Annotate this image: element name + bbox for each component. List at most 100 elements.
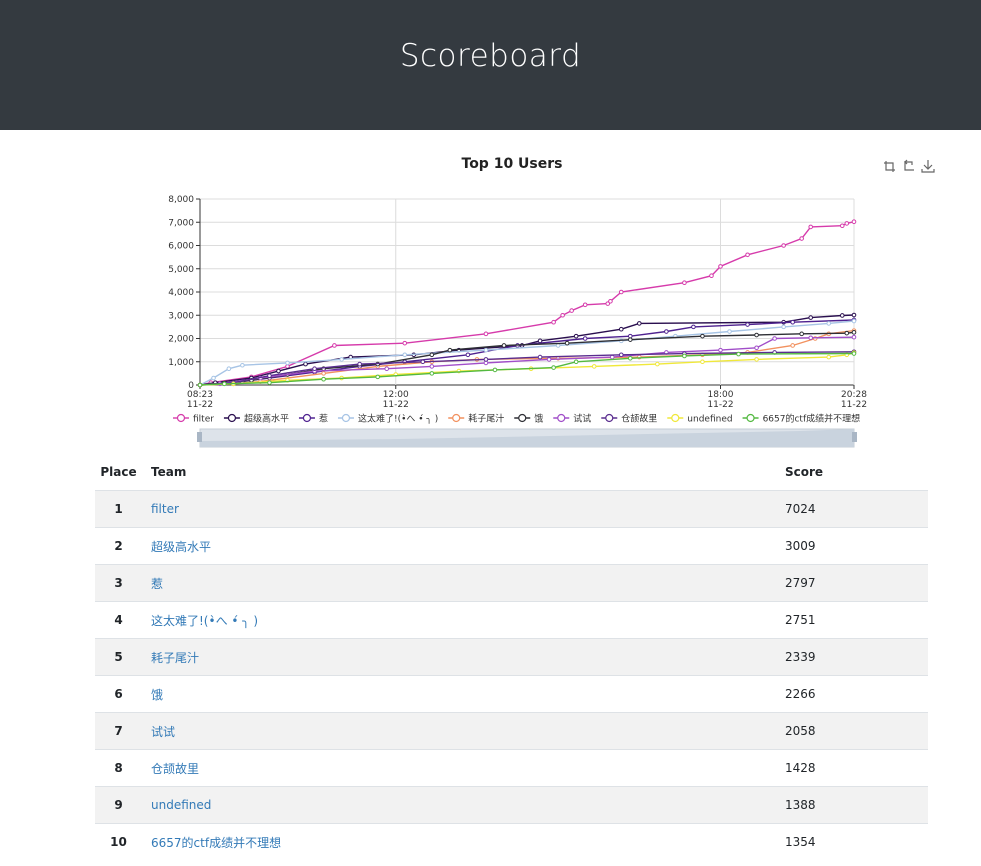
team-cell: 饿	[151, 675, 785, 713]
data-point	[790, 343, 795, 348]
data-point	[483, 357, 489, 362]
download-icon[interactable]	[920, 158, 936, 174]
place-cell: 3	[95, 564, 142, 602]
data-point	[591, 364, 597, 369]
team-link[interactable]: 6657的ctf成绩并不理想	[151, 836, 281, 850]
data-point	[839, 313, 845, 318]
data-point	[655, 361, 660, 367]
team-link[interactable]: 仓颉故里	[151, 762, 199, 776]
legend-item[interactable]: 饿	[514, 413, 543, 425]
data-point	[564, 340, 570, 346]
data-point	[851, 219, 857, 224]
team-header: Team	[151, 453, 785, 491]
score-cell: 2751	[785, 601, 928, 639]
legend-item[interactable]: 仓颉故里	[601, 413, 657, 425]
data-point	[384, 366, 390, 372]
data-point	[609, 354, 615, 360]
team-cell: 试试	[151, 712, 785, 750]
team-cell: 仓颉故里	[151, 749, 785, 787]
x-tick-time: 08:23	[187, 390, 213, 400]
data-point	[718, 264, 723, 269]
data-point	[582, 336, 588, 341]
data-point	[682, 280, 687, 285]
data-point	[627, 337, 633, 342]
team-link[interactable]: 这太难了!(•̀へ •́ ╮ )	[151, 614, 258, 628]
team-link[interactable]: 惹	[151, 577, 163, 591]
zoom-handle-right[interactable]	[852, 432, 857, 442]
legend-item[interactable]: undefined	[667, 413, 733, 425]
data-zoom-slider[interactable]	[197, 428, 857, 448]
data-point	[267, 373, 272, 378]
data-point	[226, 366, 232, 372]
team-cell: filter	[151, 490, 785, 528]
y-tick-label: 5,000	[168, 265, 194, 275]
score-cell: 3009	[785, 527, 928, 565]
data-point	[754, 357, 759, 362]
y-tick-label: 4,000	[168, 288, 194, 298]
data-point	[429, 371, 435, 376]
team-link[interactable]: 超级高水平	[151, 540, 211, 554]
x-tick-date: 11-22	[383, 400, 409, 410]
legend-item[interactable]: 试试	[553, 413, 591, 425]
data-point	[501, 343, 507, 348]
data-point	[664, 329, 669, 334]
data-point	[682, 353, 687, 359]
data-point	[844, 330, 850, 336]
data-point	[420, 359, 426, 365]
chart-toolbox	[882, 158, 936, 174]
data-point	[627, 355, 633, 361]
data-point	[637, 321, 642, 326]
legend-label: undefined	[687, 415, 732, 425]
data-point	[321, 371, 326, 376]
data-point	[745, 322, 750, 327]
data-point	[781, 324, 786, 330]
data-point	[790, 319, 795, 325]
team-link[interactable]: 饿	[151, 688, 163, 702]
legend-item[interactable]: 这太难了!(•̀へ •́ ╮ )	[337, 413, 438, 425]
data-point	[608, 299, 613, 304]
y-tick-label: 3,000	[168, 311, 194, 321]
data-point	[799, 331, 804, 337]
data-point	[197, 382, 203, 388]
legend-label: 仓颉故里	[621, 413, 657, 425]
data-point	[402, 340, 408, 346]
data-point	[312, 366, 317, 372]
legend-item[interactable]: 超级高水平	[223, 413, 289, 425]
data-point	[718, 347, 723, 353]
data-point	[851, 334, 857, 340]
place-cell: 10	[95, 823, 142, 860]
team-link[interactable]: undefined	[151, 798, 211, 812]
legend-label: 耗子尾汁	[468, 413, 504, 425]
data-point	[222, 381, 227, 387]
data-point	[582, 302, 588, 308]
legend-item[interactable]: 耗子尾汁	[448, 413, 504, 425]
score-cell: 1428	[785, 749, 928, 787]
data-point	[781, 243, 786, 248]
score-cell: 7024	[785, 490, 928, 528]
data-point	[851, 351, 857, 356]
team-link[interactable]: 试试	[151, 725, 175, 739]
y-tick-label: 7,000	[168, 218, 194, 228]
scoreboard-table: Place Team Score 1 filter 7024 2 超级高水平 3009 3 惹…	[95, 453, 928, 860]
team-cell: undefined	[151, 786, 785, 824]
place-cell: 4	[95, 601, 142, 639]
data-point	[618, 326, 624, 332]
data-point	[851, 318, 857, 324]
team-link[interactable]: 耗子尾汁	[151, 651, 199, 665]
data-point	[429, 352, 435, 358]
x-tick-time: 12:00	[383, 390, 409, 400]
team-cell: 耗子尾汁	[151, 638, 785, 676]
data-point	[465, 352, 471, 358]
place-cell: 9	[95, 786, 142, 824]
team-link[interactable]: filter	[151, 502, 179, 516]
x-tick-date: 11-22	[187, 400, 213, 410]
legend-item[interactable]: filter	[173, 413, 214, 425]
legend-item[interactable]: 6657的ctf成绩并不理想	[742, 413, 861, 425]
restore-icon[interactable]	[882, 158, 898, 174]
data-point	[772, 336, 777, 341]
data-point	[808, 315, 814, 320]
refresh-icon[interactable]	[901, 158, 917, 174]
score-cell: 1388	[785, 786, 928, 824]
zoom-handle-left[interactable]	[197, 432, 202, 442]
legend-item[interactable]: 惹	[298, 413, 328, 425]
